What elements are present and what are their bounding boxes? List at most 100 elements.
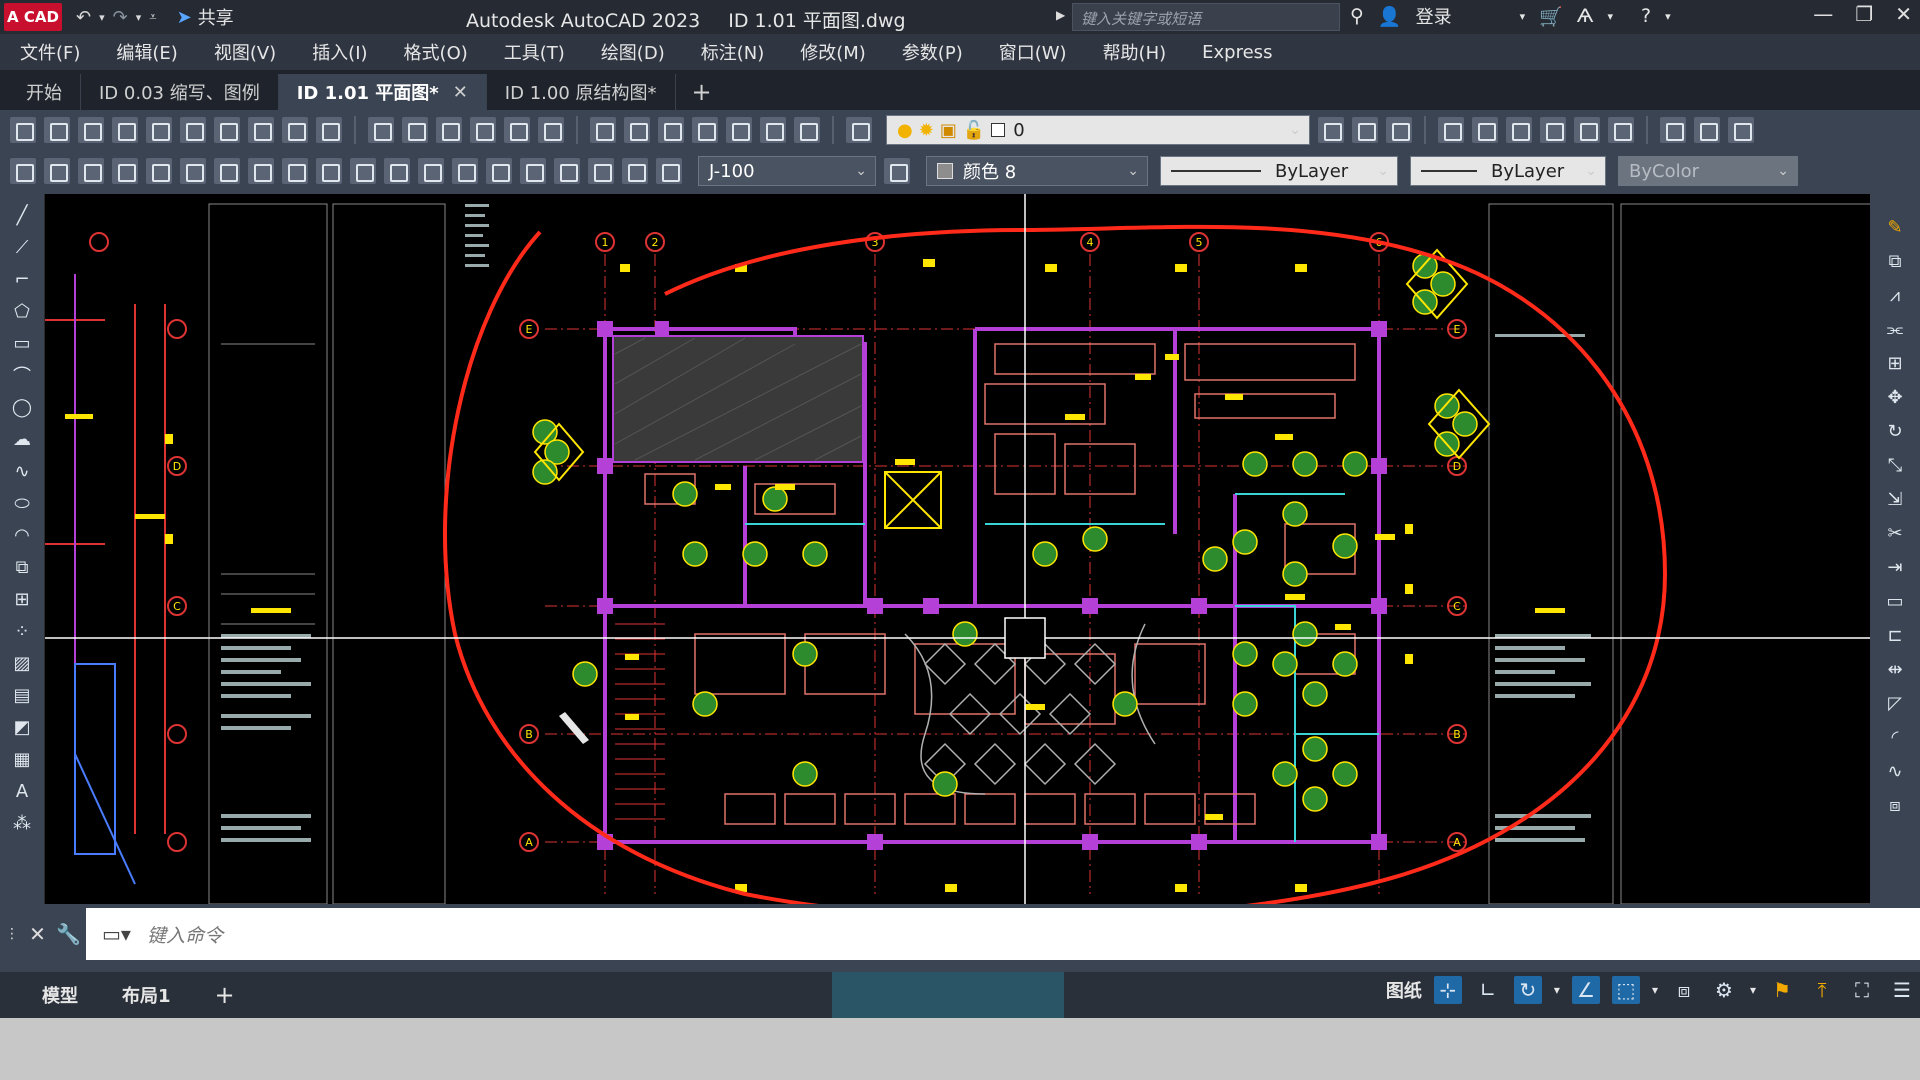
command-history-icon[interactable]: ▭▾ [102, 922, 131, 946]
linetype-dropdown[interactable]: ByLayer ⌄ [1160, 156, 1398, 186]
fillet-icon[interactable]: ◜ [1882, 724, 1908, 750]
zoom-realtime-icon[interactable] [470, 117, 496, 143]
region-icon[interactable]: ◩ [9, 714, 35, 740]
trim-icon[interactable]: ✂ [1882, 520, 1908, 546]
selection-cycling-icon[interactable]: ⧈ [1670, 976, 1698, 1004]
drawing-canvas[interactable]: 1 2 3 4 5 6 E E D D C C B B A A [44, 194, 1872, 921]
break-icon[interactable]: ⊏ [1882, 622, 1908, 648]
design-center-icon[interactable] [624, 117, 650, 143]
blend-curves-icon[interactable]: ∿ [1882, 758, 1908, 784]
plot-style-dropdown[interactable]: ByColor ⌄ [1618, 156, 1798, 186]
annotation-monitor-icon[interactable]: ⚑ [1768, 976, 1796, 1004]
tab-start[interactable]: 开始 [8, 74, 81, 110]
dimension-edit-icon[interactable] [588, 158, 614, 184]
wrench-icon[interactable]: 🔧 [56, 922, 81, 946]
menu-item-10[interactable]: 窗口(W) [999, 39, 1067, 65]
layer-lock-icon[interactable] [1574, 117, 1600, 143]
make-block-icon[interactable]: ⊞ [9, 586, 35, 612]
stretch-icon[interactable]: ⇲ [1882, 486, 1908, 512]
object-snap-icon[interactable]: ⬚ [1611, 976, 1640, 1004]
menu-item-2[interactable]: 视图(V) [214, 39, 276, 65]
menu-item-12[interactable]: Express [1202, 42, 1272, 63]
layer-previous-icon[interactable] [1352, 117, 1378, 143]
markup-icon[interactable] [726, 117, 752, 143]
help-dropdown-icon[interactable]: ▾ [1665, 10, 1671, 23]
layer-unisolate-icon[interactable] [1472, 117, 1498, 143]
undo-tool-icon[interactable] [368, 117, 394, 143]
layer-unlock-icon[interactable] [1608, 117, 1634, 143]
copy-icon[interactable] [248, 117, 274, 143]
jogged-dimension-icon[interactable] [180, 158, 206, 184]
search-input[interactable]: 键入关键字或短语 [1072, 3, 1340, 31]
rotate-icon[interactable]: ↻ [1882, 418, 1908, 444]
tab-original-structure[interactable]: ID 1.00 原结构图* [487, 74, 676, 110]
login-button[interactable]: 登录 [1416, 3, 1452, 29]
polar-tracking-icon[interactable]: ↻ [1513, 976, 1542, 1004]
open-file-icon[interactable] [44, 117, 70, 143]
plot-icon[interactable] [112, 117, 138, 143]
undo-icon[interactable]: ↶ [76, 7, 91, 28]
insert-block-icon[interactable]: ⧉ [9, 554, 35, 580]
layer-freeze-icon[interactable] [1506, 117, 1532, 143]
inspection-icon[interactable] [520, 158, 546, 184]
color-dropdown[interactable]: 颜色 8 ⌄ [926, 156, 1148, 186]
command-input[interactable]: ▭▾ 键入命令 [86, 908, 1920, 960]
restore-icon[interactable]: ❐ [1855, 2, 1873, 26]
baseline-dimension-icon[interactable] [316, 158, 342, 184]
share-button[interactable]: ➤ 共享 [177, 4, 234, 30]
ordinate-dimension-icon[interactable] [112, 158, 138, 184]
polyline-icon[interactable]: ⌐ [9, 266, 35, 292]
paper-space-button[interactable]: 图纸 [1386, 977, 1422, 1003]
jogged-linear-icon[interactable] [554, 158, 580, 184]
dimension-space-icon[interactable] [384, 158, 410, 184]
add-layout-button[interactable]: + [193, 973, 257, 1017]
radius-dimension-icon[interactable] [146, 158, 172, 184]
break-at-point-icon[interactable]: ▭ [1882, 588, 1908, 614]
polygon-icon[interactable]: ⬠ [9, 298, 35, 324]
dimension-update-icon[interactable] [656, 158, 682, 184]
dimension-break-icon[interactable] [418, 158, 444, 184]
linear-dimension-icon[interactable] [10, 158, 36, 184]
pan-icon[interactable] [436, 117, 462, 143]
hatch-icon[interactable]: ▨ [9, 650, 35, 676]
menu-item-9[interactable]: 参数(P) [902, 39, 963, 65]
ellipse-arc-icon[interactable]: ◠ [9, 522, 35, 548]
explode-icon[interactable]: ⧈ [1882, 792, 1908, 818]
layer-dropdown[interactable]: ● ✹ ▣ 🔓 0 ⌄ [886, 115, 1310, 145]
workspace-gear-icon[interactable]: ⚙ [1710, 976, 1738, 1004]
search-icon[interactable]: ⚲ [1350, 5, 1364, 27]
line-icon[interactable]: ╱ [9, 202, 35, 228]
center-mark-icon[interactable] [486, 158, 512, 184]
revision-cloud-icon[interactable]: ☁ [9, 426, 35, 452]
rectangle-icon[interactable]: ▭ [9, 330, 35, 356]
dimension-style-manager-icon[interactable] [884, 158, 910, 184]
redo-tool-icon[interactable] [402, 117, 428, 143]
osnap-dropdown-icon[interactable]: ▾ [1652, 983, 1658, 997]
table-icon[interactable]: ▦ [9, 746, 35, 772]
array-icon[interactable]: ⊞ [1882, 350, 1908, 376]
calculator-icon[interactable] [760, 117, 786, 143]
angular-dimension-icon[interactable] [248, 158, 274, 184]
menu-item-4[interactable]: 格式(O) [404, 39, 468, 65]
help-icon[interactable]: ? [1641, 5, 1651, 27]
workspace-dropdown-icon[interactable]: ▾ [1750, 983, 1756, 997]
arc-length-icon[interactable] [78, 158, 104, 184]
cart-icon[interactable]: 🛒 [1539, 5, 1563, 28]
isometric-drafting-icon[interactable]: ∠ [1571, 976, 1600, 1004]
layer-manager-icon[interactable] [846, 117, 872, 143]
match-properties-icon[interactable] [316, 117, 342, 143]
menu-item-6[interactable]: 绘图(D) [601, 39, 665, 65]
mirror-icon[interactable]: ⩘ [1882, 282, 1908, 308]
tab-model[interactable]: 模型 [20, 974, 100, 1016]
menu-item-1[interactable]: 编辑(E) [116, 39, 177, 65]
undo-dropdown-icon[interactable]: ▾ [99, 11, 105, 24]
close-command-icon[interactable]: ✕ [29, 922, 46, 946]
ellipse-icon[interactable]: ⬭ [9, 490, 35, 516]
close-icon[interactable]: ✕ [1895, 2, 1912, 26]
tab-layout1[interactable]: 布局1 [100, 974, 193, 1016]
zoom-window-icon[interactable] [504, 117, 530, 143]
layer-states-icon[interactable] [1386, 117, 1412, 143]
menu-item-8[interactable]: 修改(M) [800, 39, 866, 65]
spline-icon[interactable]: ∿ [9, 458, 35, 484]
paste-icon[interactable] [282, 117, 308, 143]
